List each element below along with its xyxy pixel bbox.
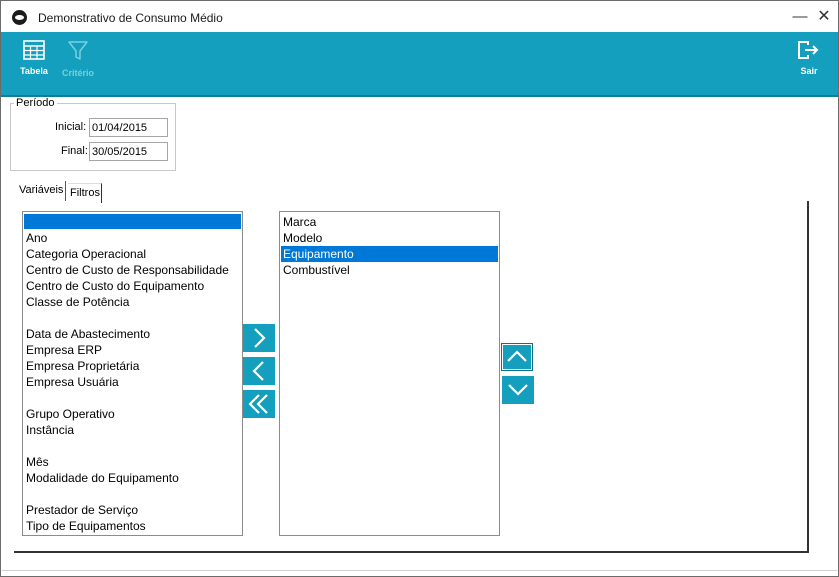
criterio-button[interactable]: Critério bbox=[59, 40, 97, 78]
list-item[interactable]: Empresa Proprietária bbox=[26, 358, 139, 374]
tabela-label: Tabela bbox=[20, 66, 48, 76]
main-window: Demonstrativo de Consumo Médio — ✕ Tabel… bbox=[0, 0, 839, 577]
list-item[interactable] bbox=[24, 214, 241, 229]
minimize-button[interactable]: — bbox=[787, 5, 813, 29]
list-item[interactable]: Modalidade do Equipamento bbox=[26, 470, 179, 486]
final-label: Final: bbox=[61, 145, 88, 157]
sair-label: Sair bbox=[800, 66, 818, 76]
chevron-left-icon bbox=[252, 361, 264, 381]
list-item[interactable]: Classe de Potência bbox=[26, 294, 129, 310]
tab-panel-border-right bbox=[807, 201, 809, 552]
filter-icon bbox=[68, 41, 88, 60]
move-down-button[interactable] bbox=[502, 376, 534, 404]
close-button[interactable]: ✕ bbox=[811, 5, 837, 29]
list-item[interactable]: Empresa ERP bbox=[26, 342, 102, 358]
chevron-up-icon bbox=[507, 350, 527, 362]
inicial-date-field[interactable]: 01/04/2015 bbox=[89, 118, 168, 137]
list-item[interactable]: Mês bbox=[26, 454, 49, 470]
tab-variaveis[interactable]: Variáveis bbox=[17, 181, 66, 201]
list-item[interactable]: Tipo de Equipamentos bbox=[26, 518, 146, 534]
list-item[interactable]: Empresa Usuária bbox=[26, 374, 119, 390]
list-item[interactable]: Combustível bbox=[283, 262, 350, 278]
chevron-right-icon bbox=[254, 328, 266, 348]
table-icon bbox=[23, 40, 45, 60]
sair-button[interactable]: Sair bbox=[796, 40, 822, 76]
app-logo-icon bbox=[12, 10, 27, 25]
move-right-button[interactable] bbox=[243, 324, 275, 352]
list-item[interactable]: Instância bbox=[26, 422, 74, 438]
status-bar-divider bbox=[2, 570, 837, 571]
available-variables-list[interactable]: Ano Categoria Operacional Centro de Cust… bbox=[22, 211, 243, 536]
selected-variables-list[interactable]: Marca Modelo Equipamento Combustível bbox=[279, 211, 500, 536]
move-all-left-button[interactable] bbox=[243, 390, 275, 418]
list-item[interactable]: Equipamento bbox=[281, 246, 498, 262]
list-item[interactable]: Centro de Custo do Equipamento bbox=[26, 278, 204, 294]
chevron-down-icon bbox=[508, 384, 528, 396]
criterio-label: Critério bbox=[61, 68, 94, 78]
list-item[interactable]: Marca bbox=[283, 214, 316, 230]
tab-panel-border-bottom bbox=[14, 551, 809, 553]
list-item[interactable]: Categoria Operacional bbox=[26, 246, 146, 262]
exit-icon bbox=[798, 41, 819, 59]
double-chevron-left-icon bbox=[248, 394, 268, 414]
periodo-group: Período Inicial: 01/04/2015 Final: 30/05… bbox=[10, 97, 176, 171]
inicial-label: Inicial: bbox=[55, 121, 87, 133]
window-title: Demonstrativo de Consumo Médio bbox=[38, 11, 223, 25]
list-item[interactable]: Grupo Operativo bbox=[26, 406, 115, 422]
periodo-legend: Período bbox=[14, 97, 57, 109]
list-item[interactable]: Prestador de Serviço bbox=[26, 502, 138, 518]
title-bar: Demonstrativo de Consumo Médio — ✕ bbox=[1, 1, 838, 32]
list-item[interactable]: Modelo bbox=[283, 230, 322, 246]
list-item[interactable]: Centro de Custo de Responsabilidade bbox=[26, 262, 229, 278]
tabela-button[interactable]: Tabela bbox=[19, 40, 49, 76]
move-left-button[interactable] bbox=[243, 357, 275, 385]
final-date-field[interactable]: 30/05/2015 bbox=[89, 142, 168, 161]
list-item[interactable]: Data de Abastecimento bbox=[26, 326, 150, 342]
tab-filtros[interactable]: Filtros bbox=[68, 183, 102, 203]
list-item[interactable]: Ano bbox=[26, 230, 47, 246]
move-up-button[interactable] bbox=[501, 343, 533, 371]
toolbar: Tabela Critério Sair bbox=[1, 32, 838, 97]
